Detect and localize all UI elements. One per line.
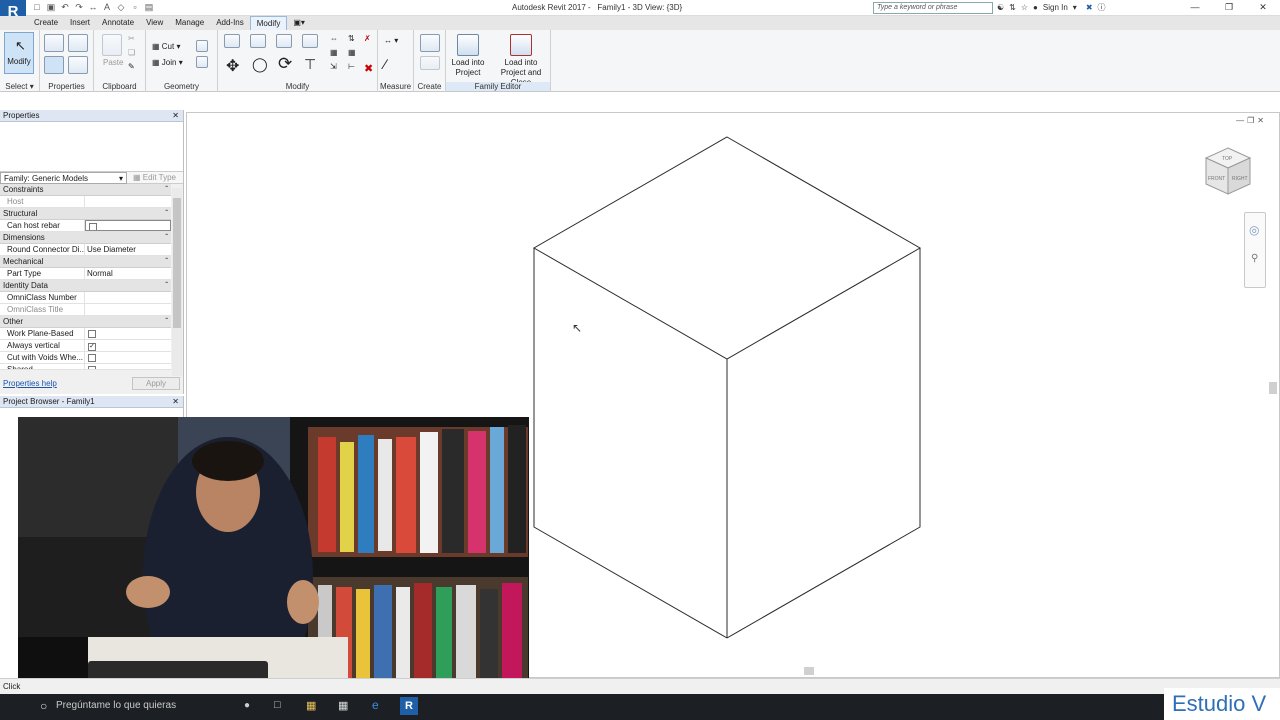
- revit-taskbar-icon[interactable]: R: [400, 697, 418, 715]
- file-explorer-icon[interactable]: ▦: [306, 699, 316, 712]
- cortana-icon[interactable]: ○: [40, 699, 47, 713]
- viewcube-front-label: FRONT: [1208, 176, 1225, 182]
- viewcube-right-label: RIGHT: [1232, 176, 1248, 182]
- microphone-icon[interactable]: ●: [244, 700, 250, 711]
- mouse-cursor-icon: ↖: [572, 321, 582, 335]
- edge-icon[interactable]: e: [372, 698, 379, 712]
- presenter-video-frame: [18, 417, 529, 703]
- webcam-video-overlay: [18, 417, 529, 703]
- channel-watermark: Estudio V: [1164, 688, 1280, 720]
- cube-right-edge: [726, 248, 921, 639]
- vertical-scrollbar[interactable]: [1268, 124, 1278, 664]
- viewcube[interactable]: TOP FRONT RIGHT: [1200, 144, 1256, 204]
- navigation-bar: ◎ ⚲: [1244, 212, 1266, 288]
- scroll-thumb[interactable]: [804, 667, 814, 675]
- zoom-icon[interactable]: ⚲: [1251, 253, 1258, 264]
- viewcube-top-label: TOP: [1222, 156, 1233, 162]
- store-icon[interactable]: ▦: [338, 699, 348, 712]
- taskbar-search-input[interactable]: Pregúntame lo que quieras: [56, 700, 176, 711]
- windows-taskbar: ○ Pregúntame lo que quieras ● □ ▦ ▦ e R: [0, 694, 1280, 720]
- cube-top-face: [532, 136, 922, 360]
- status-bar: Click: [0, 678, 1280, 694]
- scroll-thumb[interactable]: [1269, 382, 1277, 394]
- steering-wheel-icon[interactable]: ◎: [1249, 223, 1259, 237]
- cube-left-edge: [533, 248, 728, 639]
- task-view-icon[interactable]: □: [274, 699, 281, 711]
- horizontal-scrollbar[interactable]: [530, 666, 1266, 676]
